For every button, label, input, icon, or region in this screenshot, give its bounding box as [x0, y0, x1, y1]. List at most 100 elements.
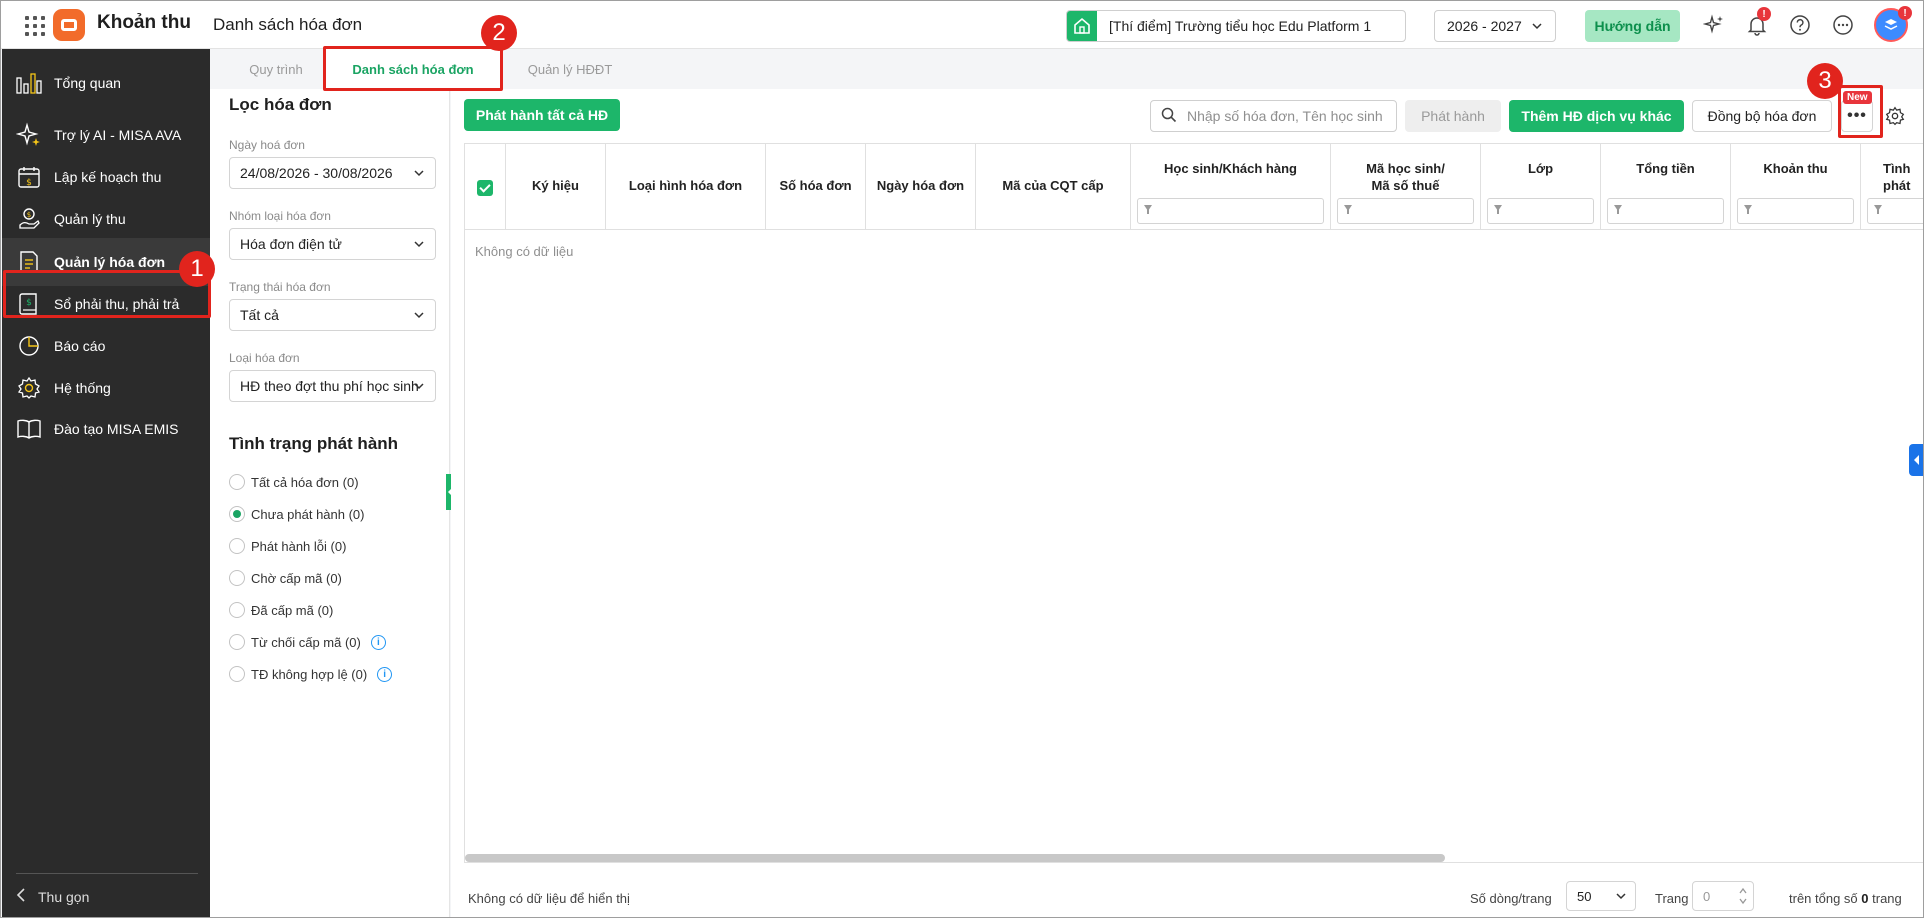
radio-invalid-notice[interactable]: TĐ không hợp lệ (0) i [229, 666, 393, 682]
info-icon[interactable]: i [370, 634, 386, 650]
filter-icon [1344, 205, 1352, 214]
sidebar-item-collection[interactable]: $ Quản lý thu [2, 195, 210, 243]
stepper-icon[interactable] [1739, 886, 1747, 909]
column-header-student-customer[interactable]: Học sinh/Khách hàng [1131, 144, 1331, 230]
radio-button[interactable] [229, 602, 245, 618]
select-all-checkbox[interactable] [477, 180, 493, 196]
page-number-input[interactable]: 0 [1692, 881, 1754, 911]
publish-button[interactable]: Phát hành [1405, 100, 1501, 132]
rows-per-page-select[interactable]: 50 [1566, 881, 1636, 911]
column-filter-input[interactable] [1337, 198, 1474, 224]
radio-label: Đã cấp mã (0) [251, 602, 334, 618]
help-icon[interactable] [1788, 13, 1812, 37]
settings-icon[interactable] [1882, 103, 1908, 129]
info-icon[interactable]: i [377, 666, 393, 682]
sync-invoices-button[interactable]: Đồng bộ hóa đơn [1692, 100, 1832, 132]
column-header-release-status[interactable]: Tình phát [1861, 144, 1923, 230]
column-header-student-code[interactable]: Mã học sinh/Mã số thuế [1331, 144, 1481, 230]
collapse-sidebar-button[interactable]: Thu gọn [16, 873, 198, 905]
app-grid-icon[interactable] [23, 14, 45, 36]
page-number-value: 0 [1703, 889, 1711, 904]
filter-icon [1874, 205, 1882, 214]
bell-icon[interactable]: ! [1745, 7, 1771, 37]
filter-title: Lọc hóa đơn [229, 95, 332, 114]
radio-button[interactable] [229, 474, 245, 490]
column-filter-input[interactable] [1607, 198, 1724, 224]
radio-button[interactable] [229, 506, 245, 522]
tab-process[interactable]: Quy trình [230, 49, 322, 89]
sidebar-item-training[interactable]: Đào tạo MISA EMIS [2, 405, 210, 453]
school-icon [1067, 11, 1097, 41]
column-filter-input[interactable] [1137, 198, 1324, 224]
column-filter-input[interactable] [1487, 198, 1594, 224]
step-marker-1: 1 [179, 251, 215, 287]
horizontal-scrollbar[interactable] [465, 854, 1445, 862]
column-header-invoice-date[interactable]: Ngày hóa đơn [866, 144, 976, 230]
sidebar-item-ai-assistant[interactable]: Trợ lý AI - MISA AVA [2, 111, 210, 159]
invoice-status-value: Tất cả [240, 307, 279, 323]
invoice-table: Ký hiệu Loại hình hóa đơn Số hóa đơn Ngà… [464, 143, 1923, 863]
guide-button[interactable]: Hướng dẫn [1585, 10, 1680, 42]
radio-release-error[interactable]: Phát hành lỗi (0) [229, 538, 346, 554]
avatar-badge: ! [1898, 6, 1912, 20]
sparkle-icon [14, 120, 44, 150]
radio-button[interactable] [229, 538, 245, 554]
filter-icon [1494, 205, 1502, 214]
radio-label: Phát hành lỗi (0) [251, 538, 347, 554]
invoice-date-select[interactable]: 24/08/2026 - 30/08/2026 [229, 157, 436, 189]
column-header-invoice-number[interactable]: Số hóa đơn [766, 144, 866, 230]
school-name: [Thí điểm] Trường tiểu học Edu Platform … [1109, 18, 1372, 34]
column-label-line1: Mã học sinh/ [1366, 161, 1445, 176]
search-icon [1161, 107, 1177, 126]
radio-code-rejected[interactable]: Từ chối cấp mã (0) i [229, 634, 386, 650]
rows-per-page-label: Số dòng/trang [1470, 891, 1552, 906]
radio-not-released[interactable]: Chưa phát hành (0) [229, 506, 365, 522]
total-pages-text: trên tổng số 0 trang [1789, 891, 1902, 906]
invoice-status-select[interactable]: Tất cả [229, 299, 436, 331]
no-data-text: Không có dữ liệu để hiển thị [468, 891, 630, 906]
sidebar-item-overview[interactable]: Tổng quan [2, 59, 210, 107]
radio-button[interactable] [229, 634, 245, 650]
sidebar-item-label: Tổng quan [54, 75, 121, 91]
column-header-invoice-form[interactable]: Loại hình hóa đơn [606, 144, 766, 230]
column-header-class[interactable]: Lớp [1481, 144, 1601, 230]
expand-right-panel-button[interactable] [1909, 444, 1923, 476]
publish-all-button[interactable]: Phát hành tất cả HĐ [464, 99, 620, 131]
school-selector[interactable]: [Thí điểm] Trường tiểu học Edu Platform … [1066, 10, 1406, 42]
sidebar-item-label: Trợ lý AI - MISA AVA [54, 127, 182, 143]
step-marker-2: 2 [481, 15, 517, 51]
page-label: Trang [1655, 891, 1689, 906]
radio-label: Chờ cấp mã (0) [251, 570, 342, 586]
column-filter-input[interactable] [1737, 198, 1854, 224]
tab-e-invoice-management[interactable]: Quản lý HĐĐT [515, 49, 625, 89]
column-header-symbol[interactable]: Ký hiệu [506, 144, 606, 230]
column-header-tax-code[interactable]: Mã của CQT cấp [976, 144, 1131, 230]
more-options-icon[interactable] [1831, 13, 1855, 37]
chevron-left-icon [16, 888, 26, 905]
invoice-type-select[interactable]: HĐ theo đợt thu phí học sinh [229, 370, 436, 402]
radio-button[interactable] [229, 666, 245, 682]
radio-awaiting-code[interactable]: Chờ cấp mã (0) [229, 570, 342, 586]
ai-sparkle-icon[interactable] [1702, 13, 1726, 37]
rows-per-page-value: 50 [1577, 889, 1592, 904]
search-input[interactable] [1187, 108, 1387, 124]
year-selector[interactable]: 2026 - 2027 [1434, 10, 1556, 42]
total-suffix: trang [1872, 891, 1902, 906]
column-header-fee[interactable]: Khoản thu [1731, 144, 1861, 230]
svg-text:$: $ [26, 178, 32, 188]
column-filter-input[interactable] [1867, 198, 1923, 224]
sidebar-item-plan[interactable]: $ Lập kế hoạch thu [2, 153, 210, 201]
avatar[interactable]: ! [1874, 6, 1912, 42]
radio-button[interactable] [229, 570, 245, 586]
invoice-date-value: 24/08/2026 - 30/08/2026 [240, 165, 393, 181]
add-other-invoice-button[interactable]: Thêm HĐ dịch vụ khác [1509, 100, 1684, 132]
app-window: Khoản thu Danh sách hóa đơn [Thí điểm] T… [0, 0, 1924, 918]
column-header-total[interactable]: Tổng tiền [1601, 144, 1731, 230]
sidebar-item-label: Lập kế hoạch thu [54, 169, 162, 185]
invoice-group-select[interactable]: Hóa đơn điện tử [229, 228, 436, 260]
collapse-label: Thu gọn [38, 888, 90, 905]
sidebar-item-reports[interactable]: Báo cáo [2, 322, 210, 370]
filter-panel: Lọc hóa đơn Ngày hoá đơn 24/08/2026 - 30… [210, 89, 450, 917]
radio-all-invoices[interactable]: Tất cả hóa đơn (0) [229, 474, 359, 490]
radio-code-issued[interactable]: Đã cấp mã (0) [229, 602, 333, 618]
